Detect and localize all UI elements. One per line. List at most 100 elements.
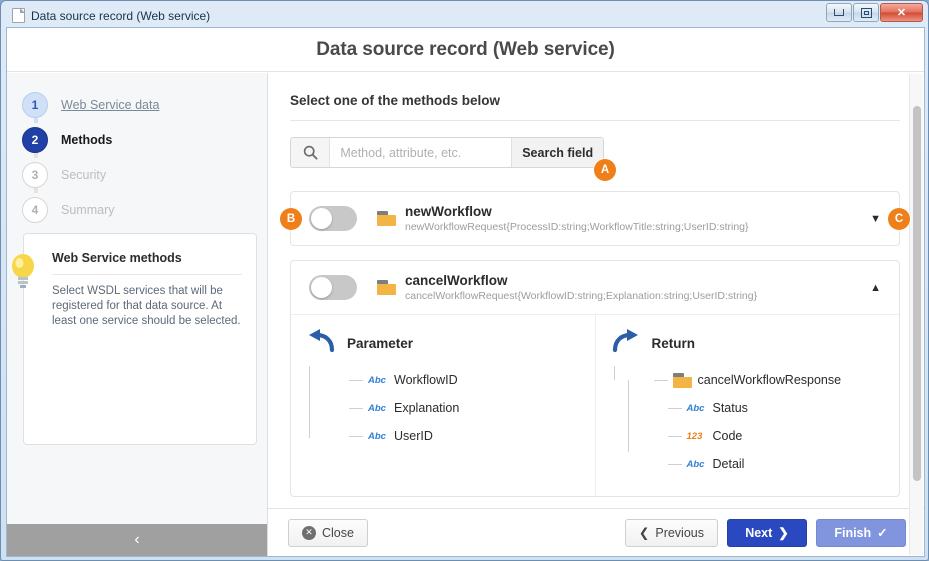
step-number-3: 3 (22, 161, 48, 188)
step-label-4: Summary (61, 202, 115, 217)
chevron-right-icon: ❯ (778, 526, 789, 540)
search-bar: Search field A (290, 137, 616, 181)
wizard-steps: 1 Web Service data 2 Methods 3 Security … (7, 73, 267, 227)
tree-node[interactable]: 123 Code (654, 422, 886, 450)
window-controls: ✕ (826, 3, 923, 22)
tree-line (309, 366, 310, 438)
tree-node-label: Detail (712, 457, 745, 471)
abc-type-icon: Abc (686, 402, 705, 414)
chevron-up-icon[interactable]: ▲ (864, 278, 887, 298)
step-number-4: 4 (22, 196, 48, 223)
finish-label: Finish (834, 525, 872, 540)
methods-list: B C newWorkflow newWorkflowRequest{Proce… (280, 191, 910, 508)
arrow-out-icon (612, 329, 640, 358)
chevron-left-icon: ❮ (638, 526, 650, 540)
method-card-cancel-workflow: cancelWorkflow cancelWorkflowRequest{Wor… (290, 260, 900, 497)
folder-icon (672, 372, 692, 388)
close-button[interactable]: ✕ (880, 3, 923, 22)
method-name: cancelWorkflow (405, 272, 508, 288)
close-circle-icon: ✕ (302, 525, 316, 540)
minimize-button[interactable] (826, 3, 852, 22)
callout-badge-a: A (594, 159, 616, 181)
abc-type-icon: Abc (368, 430, 386, 442)
method-details: Parameter Abc WorkflowID Abc Explanation… (291, 314, 899, 496)
method-header[interactable]: newWorkflow newWorkflowRequest{ProcessID… (291, 192, 899, 245)
body-layout: 1 Web Service data 2 Methods 3 Security … (7, 73, 924, 556)
title-bar: Data source record (Web service) ✕ (6, 3, 923, 26)
tree-node-label: cancelWorkflowResponse (697, 373, 842, 387)
page-scrollbar[interactable] (909, 74, 923, 555)
application-window: Data source record (Web service) ✕ Data … (0, 0, 929, 561)
return-tree: cancelWorkflowResponse Abc Status 123 Co… (612, 366, 886, 478)
sidebar-step-security[interactable]: 3 Security (7, 157, 267, 192)
abc-type-icon: Abc (368, 402, 386, 414)
method-card-new-workflow: B C newWorkflow newWorkflowRequest{Proce… (280, 191, 910, 246)
arrow-in-icon (307, 329, 335, 358)
page-title: Data source record (Web service) (316, 38, 615, 60)
tree-node[interactable]: Abc Detail (654, 450, 886, 478)
number-type-icon: 123 (686, 430, 703, 442)
close-button-footer[interactable]: ✕ Close (288, 518, 368, 547)
step-number-2: 2 (22, 126, 48, 153)
tree-node[interactable]: Abc Status (654, 394, 886, 422)
method-enable-toggle[interactable] (309, 206, 357, 231)
close-label: Close (322, 525, 354, 540)
abc-type-icon: Abc (368, 374, 386, 386)
sidebar-step-methods[interactable]: 2 Methods (7, 122, 267, 157)
step-label-1: Web Service data (61, 97, 160, 112)
sidebar-collapse-button[interactable]: ‹ (7, 524, 267, 556)
callout-badge-c: C (888, 208, 910, 230)
parameter-panel: Parameter Abc WorkflowID Abc Explanation… (291, 315, 595, 496)
tree-node-root[interactable]: cancelWorkflowResponse (653, 366, 886, 394)
method-name: newWorkflow (405, 203, 492, 219)
method-signature: cancelWorkflowRequest{WorkflowID:string;… (405, 289, 758, 302)
tree-node-label: Explanation (394, 401, 460, 415)
search-input[interactable] (330, 138, 512, 167)
tip-panel: Web Service methods Select WSDL services… (12, 233, 257, 445)
toggle-knob (311, 208, 332, 229)
finish-button[interactable]: Finish ✓ (816, 518, 906, 547)
search-field-button[interactable]: Search field (511, 138, 603, 167)
chevron-down-icon[interactable]: ▼ (864, 209, 887, 229)
method-header[interactable]: cancelWorkflow cancelWorkflowRequest{Wor… (291, 261, 899, 314)
wizard-footer: ✕ Close ❮ Previous Next ❯ Finish ✓ (268, 508, 924, 556)
tree-line (627, 380, 629, 452)
previous-label: Previous (655, 525, 704, 540)
minimize-icon (834, 9, 844, 16)
next-button[interactable]: Next ❯ (727, 518, 807, 547)
sidebar-step-summary[interactable]: 4 Summary (7, 192, 267, 227)
chevron-left-icon: ‹ (134, 531, 140, 548)
tree-node-label: Status (712, 401, 748, 415)
document-icon (12, 8, 25, 23)
method-signature: newWorkflowRequest{ProcessID:string;Work… (405, 220, 749, 233)
tree-node[interactable]: Abc Explanation (349, 394, 581, 422)
previous-button[interactable]: ❮ Previous (624, 518, 718, 547)
page-scrollbar-thumb[interactable] (913, 106, 921, 481)
parameter-tree: Abc WorkflowID Abc Explanation Abc UserI… (307, 366, 581, 450)
client-area: Data source record (Web service) 1 Web S… (6, 27, 925, 557)
sidebar-step-web-service-data[interactable]: 1 Web Service data (7, 87, 267, 122)
method-enable-toggle[interactable] (309, 275, 357, 300)
tree-node[interactable]: Abc WorkflowID (349, 366, 581, 394)
maximize-icon (860, 7, 872, 18)
toggle-knob (311, 277, 332, 298)
section-divider (290, 120, 900, 121)
step-number-1: 1 (22, 91, 48, 118)
methods-scroll-area: Select one of the methods below Search f… (268, 73, 924, 508)
tree-node[interactable]: Abc UserID (349, 422, 581, 450)
search-icon (291, 138, 331, 167)
check-icon: ✓ (877, 526, 888, 540)
maximize-button[interactable] (853, 3, 879, 22)
folder-icon (377, 280, 396, 295)
window-title: Data source record (Web service) (31, 8, 211, 23)
wizard-sidebar: 1 Web Service data 2 Methods 3 Security … (7, 73, 268, 556)
tree-node-label: Code (712, 429, 743, 443)
tip-body: Select WSDL services that will be regist… (52, 285, 241, 327)
step-label-3: Security (61, 167, 107, 182)
lightbulb-icon (8, 252, 38, 288)
parameter-title: Parameter (347, 336, 414, 351)
tip-title: Web Service methods (52, 251, 242, 275)
abc-type-icon: Abc (686, 458, 705, 470)
return-title: Return (651, 336, 696, 351)
return-panel: Return cancelWorkflowResponse Abc Status… (594, 315, 900, 496)
